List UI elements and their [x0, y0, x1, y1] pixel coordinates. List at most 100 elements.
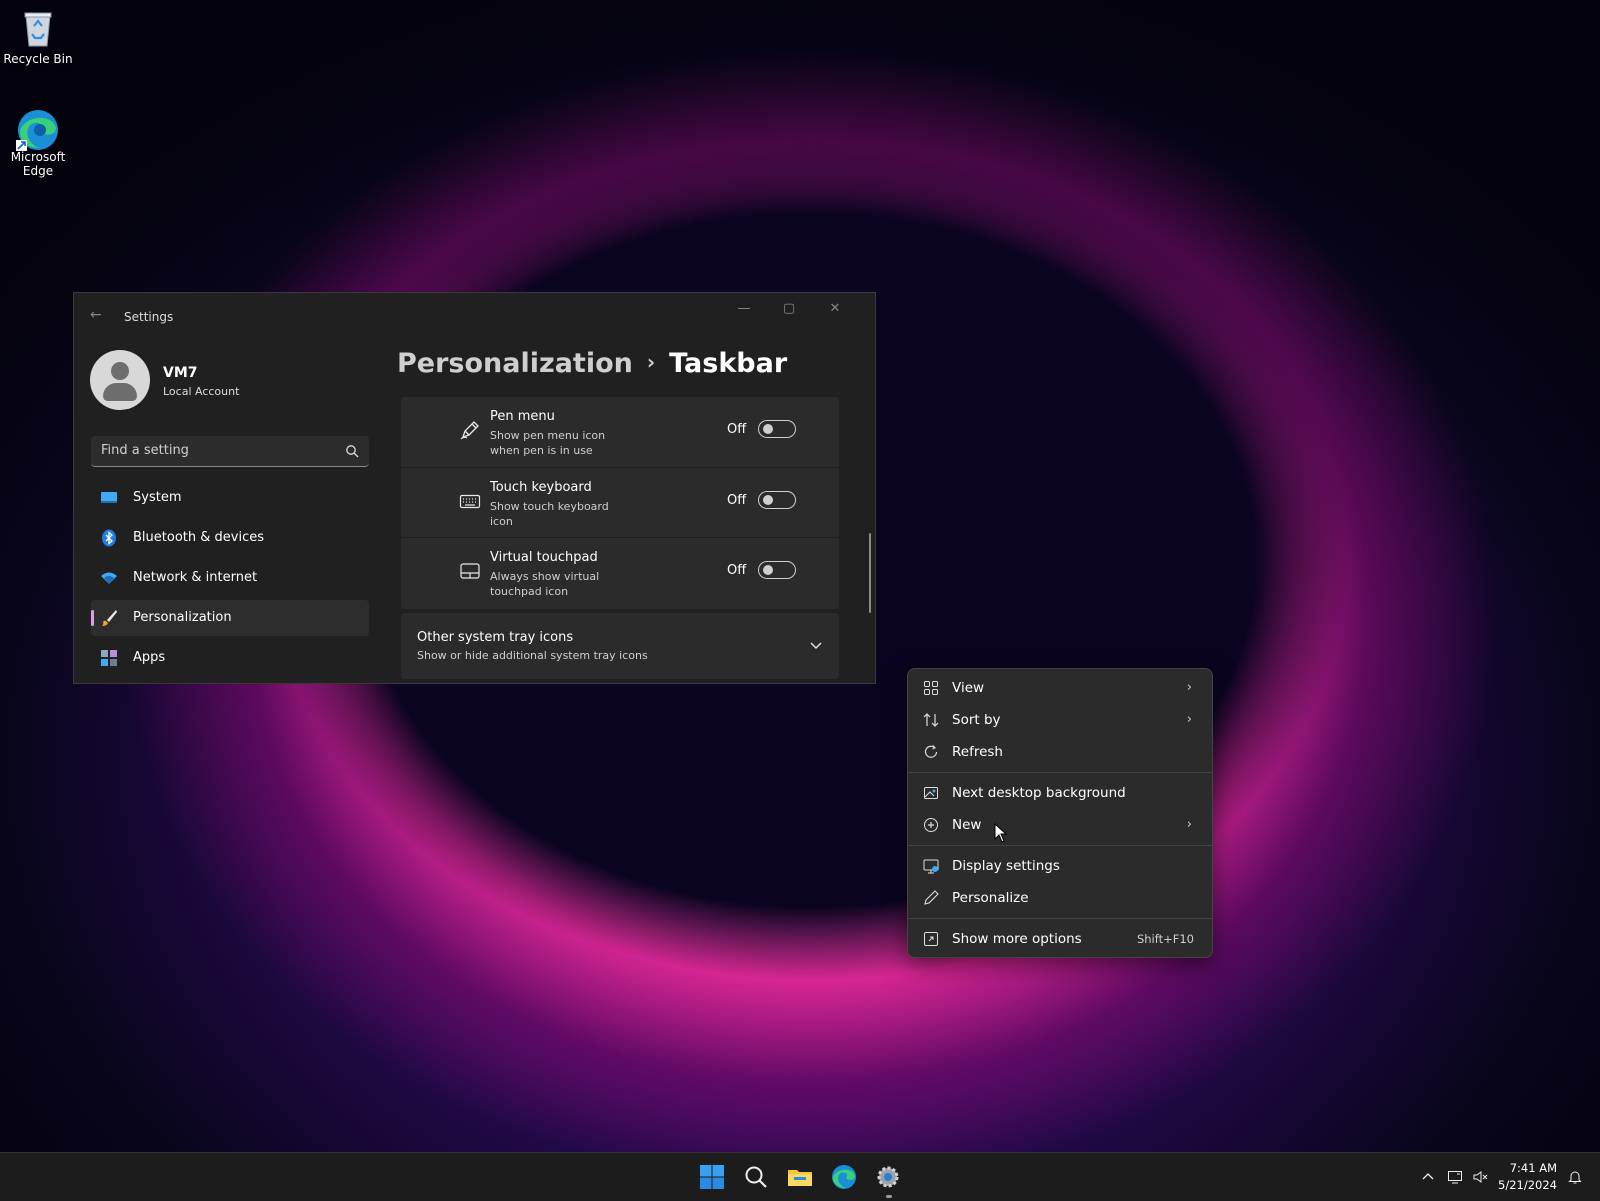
menu-item-label: Sort by — [952, 712, 1001, 728]
maximize-button[interactable]: ▢ — [774, 301, 804, 321]
menu-item-show-more-options[interactable]: Show more options Shift+F10 — [912, 924, 1208, 954]
edge-icon — [16, 106, 58, 151]
toggle-state: Off — [727, 563, 747, 578]
toggle-state: Off — [727, 493, 747, 508]
start-windows-icon[interactable] — [698, 1163, 726, 1191]
menu-item-label: Refresh — [952, 744, 1003, 760]
sidebar-item-label: Personalization — [133, 610, 232, 625]
setting-row-pen-menu: Pen menu Show pen menu icon when pen is … — [401, 397, 839, 467]
active-indicator — [91, 610, 94, 626]
notification-bell-icon[interactable] — [1567, 1169, 1583, 1185]
setting-title: Touch keyboard — [490, 480, 592, 495]
taskbar: 7:41 AM 5/21/2024 — [0, 1152, 1600, 1201]
file-explorer-icon[interactable] — [786, 1163, 814, 1191]
menu-item-personalize[interactable]: Personalize — [912, 883, 1208, 913]
other-tray-icons-expander[interactable]: Other system tray icons Show or hide add… — [401, 613, 839, 679]
title-bar: ← Settings — ▢ ✕ — [74, 293, 875, 337]
recycle-bin-icon — [18, 8, 58, 48]
menu-item-sort-by[interactable]: Sort by › — [912, 705, 1208, 735]
menu-separator — [908, 845, 1212, 846]
pen-icon — [459, 419, 481, 441]
menu-item-label: View — [952, 680, 985, 696]
breadcrumb-parent[interactable]: Personalization — [397, 348, 633, 379]
taskbar-search-icon[interactable] — [742, 1163, 770, 1191]
settings-window: ← Settings — ▢ ✕ VM7 Local Account Find … — [73, 292, 876, 684]
volume-muted-icon[interactable] — [1472, 1169, 1488, 1185]
pen-menu-toggle[interactable] — [758, 420, 796, 438]
view-grid-icon — [922, 679, 940, 697]
taskbar-clock[interactable]: 7:41 AM 5/21/2024 — [1497, 1160, 1557, 1194]
sidebar-item-system[interactable]: System — [91, 480, 369, 516]
menu-separator — [908, 918, 1212, 919]
touchpad-icon — [459, 560, 481, 582]
sidebar-item-label: Bluetooth & devices — [133, 530, 264, 545]
expander-description: Show or hide additional system tray icon… — [417, 649, 648, 662]
breadcrumb-separator: › — [646, 350, 656, 374]
desktop-icon-label: Microsoft Edge — [10, 150, 66, 178]
apps-icon — [100, 649, 118, 667]
next-background-icon — [922, 784, 940, 802]
desktop-context-menu: View › Sort by › Refresh Next desktop ba… — [907, 668, 1213, 958]
sidebar-item-personalization[interactable]: Personalization — [91, 600, 369, 636]
tray-icons-card: Pen menu Show pen menu icon when pen is … — [401, 397, 839, 609]
chevron-right-icon: › — [1186, 817, 1192, 832]
sidebar-item-apps[interactable]: Apps — [91, 640, 369, 676]
settings-gear-icon[interactable] — [874, 1163, 902, 1191]
virtual-touchpad-toggle[interactable] — [758, 561, 796, 579]
sort-icon — [922, 711, 940, 729]
mouse-cursor-icon — [994, 822, 1008, 847]
setting-title: Virtual touchpad — [490, 550, 598, 565]
new-plus-icon — [922, 816, 940, 834]
search-icon — [345, 443, 359, 462]
sidebar-item-label: Network & internet — [133, 570, 258, 585]
pen-brush-icon — [922, 889, 940, 907]
sidebar-item-label: Apps — [133, 650, 166, 665]
keyboard-shortcut: Shift+F10 — [1136, 932, 1194, 946]
refresh-icon — [922, 743, 940, 761]
menu-item-label: Show more options — [952, 931, 1082, 947]
search-placeholder: Find a setting — [101, 443, 189, 458]
menu-item-display-settings[interactable]: Display settings — [912, 851, 1208, 881]
more-options-icon — [922, 930, 940, 948]
scrollbar[interactable] — [869, 533, 871, 613]
menu-item-next-desktop-background[interactable]: Next desktop background — [912, 778, 1208, 808]
menu-item-label: Personalize — [952, 890, 1029, 906]
touch-keyboard-toggle[interactable] — [758, 491, 796, 509]
minimize-button[interactable]: — — [729, 301, 759, 321]
back-arrow-icon[interactable]: ← — [90, 307, 102, 323]
clock-date: 5/21/2024 — [1498, 1178, 1557, 1192]
menu-item-refresh[interactable]: Refresh — [912, 737, 1208, 767]
desktop-icon-edge[interactable]: Microsoft Edge — [0, 106, 76, 178]
sidebar-item-bluetooth[interactable]: Bluetooth & devices — [91, 520, 369, 556]
chevron-down-icon[interactable] — [809, 635, 823, 654]
brush-icon — [100, 609, 118, 627]
network-icon[interactable] — [1447, 1169, 1463, 1185]
tray-overflow-chevron-icon[interactable] — [1420, 1169, 1436, 1185]
bluetooth-icon — [100, 529, 118, 547]
setting-row-virtual-touchpad: Virtual touchpad Always show virtual tou… — [401, 537, 839, 608]
close-button[interactable]: ✕ — [820, 301, 850, 321]
taskbar-edge-icon[interactable] — [830, 1163, 858, 1191]
display-icon — [922, 857, 940, 875]
chevron-right-icon: › — [1186, 680, 1192, 695]
user-name: VM7 — [163, 365, 198, 381]
sidebar-item-label: System — [133, 490, 182, 505]
avatar[interactable] — [90, 350, 150, 410]
desktop-icon-recycle-bin[interactable]: Recycle Bin — [0, 8, 76, 66]
desktop-icon-label: Recycle Bin — [3, 52, 73, 66]
window-title: Settings — [124, 310, 174, 324]
clock-time: 7:41 AM — [1509, 1161, 1557, 1175]
user-account-type: Local Account — [163, 385, 240, 398]
menu-item-label: New — [952, 817, 982, 833]
setting-title: Pen menu — [490, 409, 555, 424]
chevron-right-icon: › — [1186, 712, 1192, 727]
setting-description: Show touch keyboard icon — [490, 500, 609, 528]
page-title: Taskbar — [669, 348, 788, 379]
wifi-icon — [100, 569, 118, 587]
menu-item-view[interactable]: View › — [912, 673, 1208, 703]
menu-item-new[interactable]: New › — [912, 810, 1208, 840]
sidebar-item-network[interactable]: Network & internet — [91, 560, 369, 596]
menu-item-label: Display settings — [952, 858, 1060, 874]
search-input[interactable]: Find a setting — [91, 436, 369, 467]
breadcrumb: Personalization › Taskbar — [397, 348, 787, 379]
